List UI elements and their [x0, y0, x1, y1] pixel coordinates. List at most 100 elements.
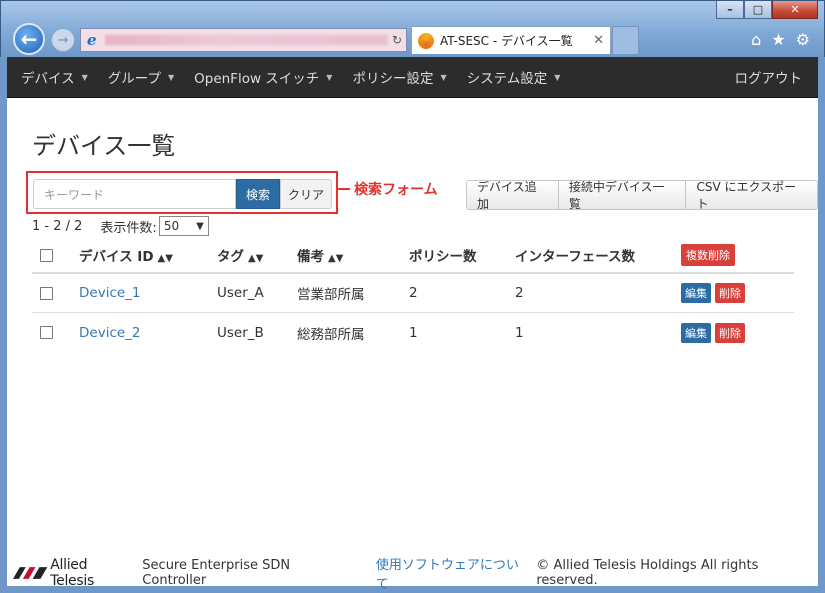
- annotation-label: 検索フォーム: [354, 182, 438, 198]
- row-actions: 編集 削除: [681, 322, 745, 343]
- header-note[interactable]: 備考 ▲▼: [297, 245, 409, 265]
- delete-button[interactable]: 削除: [715, 322, 745, 343]
- home-icon[interactable]: ⌂: [751, 30, 761, 49]
- sort-icon: ▲▼: [157, 253, 173, 264]
- edit-button[interactable]: 編集: [681, 322, 711, 343]
- caret-down-icon: ▼: [167, 72, 175, 82]
- pager: 1 - 2 / 2 表示件数: 50 ▼: [32, 216, 209, 236]
- nav-label: デバイス: [21, 71, 75, 87]
- header-actions: 複数削除: [681, 244, 735, 266]
- footer: Allied Telesis Secure Enterprise SDN Con…: [7, 557, 818, 592]
- forward-button[interactable]: →: [51, 28, 75, 52]
- back-arrow-icon: ←: [20, 27, 38, 51]
- per-page-select[interactable]: 50 ▼: [158, 216, 209, 236]
- edit-button[interactable]: 編集: [681, 283, 711, 303]
- header-check-cell: [32, 248, 79, 262]
- table-row: Device_1 User_A 営業部所属 2 2 編集 削除: [32, 274, 794, 313]
- nav-label: OpenFlow スイッチ: [194, 71, 320, 87]
- main-content: デバイス一覧 キーワード 検索 クリア 検索フォーム デバイス追加 接続中デバイ…: [7, 98, 818, 586]
- header-tag[interactable]: タグ ▲▼: [217, 245, 297, 265]
- nav-item-openflow-switch[interactable]: OpenFlow スイッチ ▼: [194, 67, 332, 87]
- sort-icon: ▲▼: [328, 253, 344, 264]
- tab-title: AT-SESC - デバイス一覧: [440, 34, 573, 48]
- ie-logo-icon: e: [87, 31, 97, 49]
- tab-close-icon[interactable]: ✕: [593, 33, 604, 48]
- allied-telesis-logo: Allied Telesis: [13, 557, 133, 589]
- per-page-label: 表示件数:: [100, 220, 157, 236]
- device-id-link[interactable]: Device_1: [79, 285, 217, 301]
- bulk-delete-button[interactable]: 複数削除: [681, 244, 735, 266]
- search-input[interactable]: キーワード: [33, 179, 236, 209]
- copyright: © Allied Telesis Holdings All rights res…: [536, 558, 759, 588]
- annotation-line: [338, 188, 350, 190]
- nav-label: ポリシー設定: [352, 71, 434, 87]
- header-label: 備考: [297, 249, 324, 265]
- logout-link[interactable]: ログアウト: [735, 67, 803, 87]
- close-window-button[interactable]: ✕: [772, 1, 818, 19]
- header-device-id[interactable]: デバイス ID ▲▼: [79, 245, 217, 265]
- header-policies: ポリシー数: [409, 249, 477, 265]
- main-navbar: デバイス ▼ グループ ▼ OpenFlow スイッチ ▼ ポリシー設定 ▼ システム設…: [7, 57, 818, 98]
- nav-item-policy-settings[interactable]: ポリシー設定 ▼: [352, 67, 446, 87]
- result-range: 1 - 2 / 2: [32, 218, 83, 234]
- page-title: デバイス一覧: [32, 132, 176, 160]
- product-name: Secure Enterprise SDN Controller: [142, 558, 291, 588]
- connected-devices-button[interactable]: 接続中デバイス一覧: [557, 180, 687, 211]
- device-table: デバイス ID ▲▼ タグ ▲▼ 備考 ▲▼ ポリシー数 インターフェース数 複数削除…: [32, 238, 794, 352]
- header-label: デバイス ID: [79, 249, 154, 265]
- favorites-star-icon[interactable]: ★: [771, 30, 785, 49]
- settings-gear-icon[interactable]: ⚙: [796, 30, 810, 49]
- select-all-checkbox[interactable]: [40, 248, 53, 262]
- minimize-button[interactable]: –: [716, 1, 744, 19]
- address-bar[interactable]: e ↻: [80, 28, 407, 52]
- forward-arrow-icon: →: [57, 32, 69, 48]
- header-interfaces: インターフェース数: [515, 249, 636, 265]
- favicon-icon: [418, 32, 434, 49]
- policy-count: 2: [409, 285, 418, 301]
- device-tag: User_B: [217, 324, 264, 341]
- caret-down-icon: ▼: [554, 72, 561, 82]
- window-controls: – □ ✕: [716, 1, 818, 19]
- per-page-value: 50: [163, 219, 180, 233]
- caret-down-icon: ▼: [440, 72, 447, 82]
- allied-telesis-logo-mark-icon: [13, 567, 48, 579]
- row-check-cell: [32, 286, 79, 300]
- row-check-cell: [32, 326, 79, 339]
- nav-item-system-settings[interactable]: システム設定 ▼: [467, 67, 561, 87]
- add-device-button[interactable]: デバイス追加: [466, 180, 559, 211]
- browser-toolbar-icons: ⌂ ★ ⚙: [751, 30, 810, 49]
- search-button[interactable]: 検索: [236, 179, 280, 209]
- caret-down-icon: ▼: [81, 72, 88, 82]
- row-actions: 編集 削除: [681, 283, 745, 303]
- refresh-icon[interactable]: ↻: [388, 33, 406, 47]
- interface-count: 2: [515, 285, 524, 301]
- new-tab-button[interactable]: [612, 26, 639, 54]
- caret-down-icon: ▼: [326, 72, 333, 82]
- policy-count: 1: [409, 324, 418, 341]
- action-button-group: デバイス追加 接続中デバイス一覧 CSV にエクスポート: [466, 180, 818, 211]
- nav-label: システム設定: [466, 71, 548, 87]
- browser-tab[interactable]: AT-SESC - デバイス一覧 ✕: [411, 26, 611, 54]
- row-checkbox[interactable]: [40, 326, 53, 339]
- dropdown-arrow-icon: ▼: [196, 220, 204, 232]
- table-row: Device_2 User_B 総務部所属 1 1 編集 削除: [32, 313, 794, 352]
- device-note: 総務部所属: [297, 326, 365, 343]
- interface-count: 1: [515, 324, 524, 341]
- search-form-annotation: 検索フォーム: [338, 179, 438, 199]
- row-checkbox[interactable]: [40, 286, 53, 300]
- back-button[interactable]: ←: [13, 23, 45, 55]
- header-label: タグ: [217, 249, 244, 265]
- csv-export-button[interactable]: CSV にエクスポート: [685, 180, 818, 211]
- about-software-link[interactable]: 使用ソフトウェアについて: [376, 554, 529, 592]
- nav-item-devices[interactable]: デバイス ▼: [21, 67, 88, 87]
- device-id-link[interactable]: Device_2: [79, 325, 217, 341]
- clear-button[interactable]: クリア: [280, 179, 332, 209]
- device-note: 営業部所属: [297, 287, 365, 303]
- nav-label: グループ: [107, 71, 161, 87]
- blurred-url: [104, 35, 388, 45]
- nav-item-groups[interactable]: グループ ▼: [108, 67, 174, 87]
- maximize-button[interactable]: □: [744, 1, 772, 19]
- delete-button[interactable]: 削除: [715, 283, 745, 303]
- sort-icon: ▲▼: [248, 253, 264, 264]
- browser-chrome: – □ ✕ ← → e ↻ AT-SESC - デバイス一覧 ✕ ⌂ ★ ⚙: [0, 0, 825, 57]
